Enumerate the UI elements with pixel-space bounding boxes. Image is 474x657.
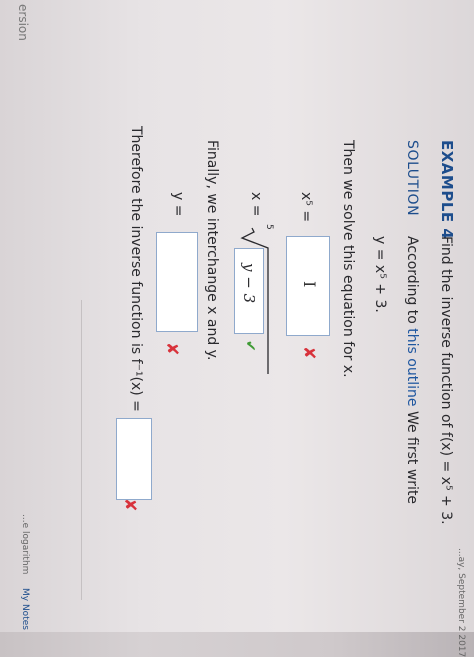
example-label: EXAMPLE 4 bbox=[438, 140, 456, 240]
version-label: ersion bbox=[16, 4, 30, 41]
problem-statement: Find the inverse function of f(x) = x⁵ +… bbox=[438, 236, 454, 525]
incorrect-mark: ✘ bbox=[163, 342, 182, 356]
x5-answer-field[interactable]: I bbox=[286, 236, 330, 336]
inverse-answer-field[interactable] bbox=[116, 418, 152, 500]
date-header: ...ay, September 2 2017 bbox=[456, 548, 466, 657]
intro-line: According to this outline We first write bbox=[404, 236, 420, 504]
x-answer-field[interactable]: y − 3 bbox=[234, 248, 264, 334]
x-label: x = bbox=[248, 192, 264, 217]
incorrect-mark: ✘ bbox=[300, 346, 319, 360]
logarithm-link[interactable]: ...e logarithm bbox=[20, 514, 30, 574]
rotated-page: ...ay, September 2 2017 EXAMPLE 4 Find t… bbox=[0, 0, 474, 657]
step-solve: Then we solve this equation for x. bbox=[340, 140, 356, 378]
intro-pre: According to bbox=[404, 236, 420, 329]
intro-post: We first write bbox=[404, 406, 420, 505]
text-cursor: I bbox=[300, 281, 319, 288]
step-interchange: Finally, we interchange x and y. bbox=[204, 140, 220, 361]
equation-1: y = x⁵ + 3. bbox=[372, 236, 388, 313]
conclusion-text: Therefore the inverse function is f⁻¹(x)… bbox=[128, 126, 144, 412]
y-label: y = bbox=[170, 192, 186, 217]
my-notes-button[interactable]: My Notes bbox=[20, 588, 30, 630]
incorrect-mark: ✘ bbox=[121, 498, 140, 512]
y-answer-field[interactable] bbox=[156, 232, 198, 332]
solution-label: SOLUTION bbox=[404, 140, 420, 217]
divider bbox=[81, 300, 82, 600]
x5-label: x⁵ = bbox=[298, 192, 314, 223]
correct-mark: ✔ bbox=[242, 340, 258, 352]
x-answer-value: y − 3 bbox=[240, 263, 258, 304]
radical-index: 5 bbox=[264, 224, 274, 230]
outline-link[interactable]: this outline bbox=[404, 328, 420, 406]
